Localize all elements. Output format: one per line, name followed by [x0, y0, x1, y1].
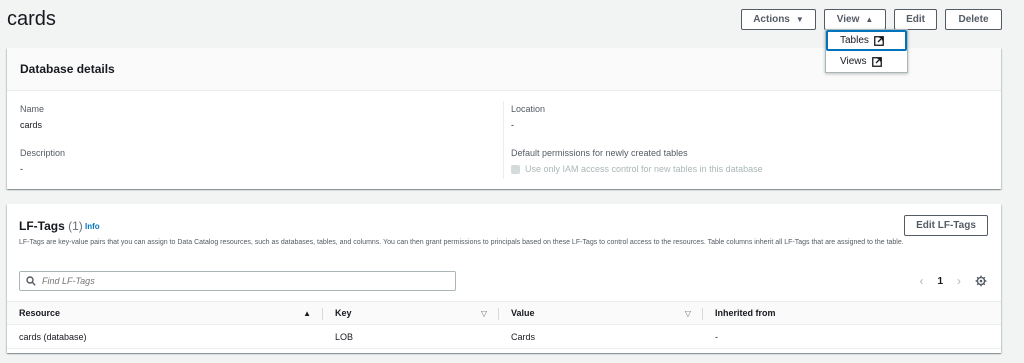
iam-checkbox-row: Use only IAM access control for new tabl…	[511, 164, 763, 174]
menu-item-tables-label: Tables	[840, 35, 869, 46]
lf-tags-title-text: LF-Tags	[19, 219, 65, 233]
column-header-key[interactable]: Key ▽	[323, 302, 499, 324]
column-header-label: Resource	[19, 308, 61, 318]
external-link-icon	[871, 56, 882, 67]
lf-tags-title: LF-Tags (1)	[19, 219, 83, 233]
menu-item-views[interactable]: Views	[826, 51, 907, 72]
default-permissions-field: Default permissions for newly created ta…	[511, 148, 763, 174]
location-value: -	[511, 120, 514, 130]
description-value: -	[20, 164, 23, 174]
location-field: Location -	[511, 104, 545, 130]
page-title: cards	[7, 8, 56, 30]
description-field: Description -	[20, 148, 65, 174]
cell-value: Cards	[511, 331, 536, 342]
cell-key: LOB	[335, 331, 354, 342]
description-label: Description	[20, 148, 66, 158]
actions-label: Actions	[753, 14, 790, 25]
name-field: Name cards	[20, 104, 44, 130]
page-number[interactable]: 1	[937, 276, 943, 287]
caret-down-icon: ▼	[795, 15, 804, 24]
view-button[interactable]: View ▲	[824, 9, 886, 30]
caret-up-icon: ▲	[865, 15, 874, 24]
gear-icon[interactable]	[975, 275, 987, 287]
cell-resource: cards (database)	[19, 331, 87, 342]
column-header-value[interactable]: Value ▽	[499, 302, 703, 324]
view-label: View	[836, 14, 860, 25]
edit-lf-tags-button[interactable]: Edit LF-Tags	[904, 215, 988, 236]
column-header-label: Inherited from	[715, 308, 776, 318]
lf-tags-count: (1)	[68, 219, 83, 233]
column-header-label: Value	[511, 308, 535, 318]
edit-button[interactable]: Edit	[894, 9, 937, 30]
column-header-resource[interactable]: Resource ▲	[7, 302, 323, 324]
chevron-left-icon[interactable]: ‹	[919, 274, 923, 288]
lf-tags-search-input[interactable]	[42, 276, 442, 286]
column-header-inherited-from: Inherited from	[703, 302, 1001, 324]
name-value: cards	[20, 120, 43, 130]
info-link[interactable]: Info	[85, 222, 100, 231]
name-label: Name	[20, 104, 45, 114]
cell-inherited-from: -	[715, 331, 718, 342]
iam-checkbox[interactable]	[511, 164, 520, 174]
sort-icon: ▽	[480, 308, 487, 318]
actions-button[interactable]: Actions ▼	[741, 9, 816, 30]
delete-button[interactable]: Delete	[945, 9, 1002, 30]
menu-item-tables[interactable]: Tables	[826, 30, 907, 51]
view-dropdown-menu: Tables Views	[825, 29, 908, 73]
lf-tags-panel: LF-Tags (1) Info Edit LF-Tags LF-Tags ar…	[7, 204, 1001, 353]
table-header-row: Resource ▲ Key ▽ Value ▽ Inherited from	[7, 301, 1001, 325]
pagination: ‹ 1 ›	[919, 274, 987, 288]
lf-tags-search	[19, 271, 456, 291]
table-row: cards (database) LOB Cards -	[7, 325, 1001, 349]
lf-tags-description: LF-Tags are key-value pairs that you can…	[19, 239, 904, 246]
chevron-right-icon[interactable]: ›	[957, 274, 961, 288]
external-link-icon	[874, 35, 884, 46]
header-actions: Actions ▼ View ▲ Edit Delete	[741, 9, 1002, 30]
search-icon	[26, 276, 36, 286]
column-divider	[503, 101, 504, 179]
default-permissions-label: Default permissions for newly created ta…	[511, 148, 688, 158]
menu-item-views-label: Views	[840, 56, 867, 67]
iam-checkbox-label: Use only IAM access control for new tabl…	[525, 164, 763, 174]
location-label: Location	[511, 104, 546, 114]
column-header-label: Key	[335, 308, 352, 318]
sort-ascending-icon: ▲	[303, 308, 311, 318]
lf-tags-table: Resource ▲ Key ▽ Value ▽ Inherited from …	[7, 301, 1001, 349]
sort-icon: ▽	[684, 308, 691, 318]
